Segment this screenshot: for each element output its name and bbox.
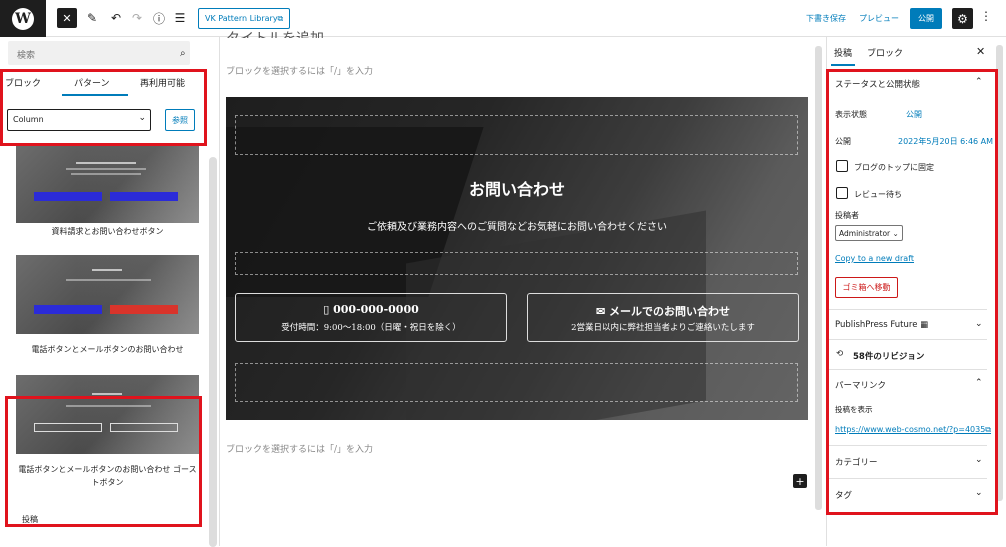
cover-spacer-top[interactable] <box>235 115 798 155</box>
gear-icon[interactable]: ⚙ <box>952 8 973 29</box>
search-icon: ⌕ <box>180 48 186 59</box>
add-block-button[interactable]: + <box>793 474 807 488</box>
list-view-icon[interactable]: ☰ <box>170 8 190 28</box>
preview-button[interactable]: プレビュー <box>859 13 899 24</box>
tab-post[interactable]: 投稿 <box>834 46 852 59</box>
canvas-scrollbar[interactable] <box>815 46 822 510</box>
cover-spacer-middle[interactable] <box>235 252 798 275</box>
block-placeholder-top[interactable]: ブロックを選択するには「/」を入力 <box>226 64 373 77</box>
tab-block[interactable]: ブロック <box>867 46 903 59</box>
inserter-scrollbar[interactable] <box>209 157 217 547</box>
close-icon[interactable]: ✕ <box>976 45 985 58</box>
phone-number: ▯ 000-000-0000 <box>323 303 419 316</box>
wordpress-logo-button[interactable]: W <box>0 0 46 37</box>
mail-contact-note: 2営業日以内に弊社担当者よりご連絡いたします <box>571 323 755 333</box>
mail-contact-title: ✉ メールでのお問い合わせ <box>595 305 731 318</box>
close-icon[interactable]: ✕ <box>57 8 77 28</box>
more-vertical-icon[interactable]: ⋮ <box>980 9 992 23</box>
annotation-highlight-sidebar <box>826 69 998 515</box>
pattern-label-1[interactable]: 資料請求とお問い合わせボタン <box>16 225 199 238</box>
vk-pattern-library-button[interactable]: VK Pattern Library⧉ <box>198 8 291 29</box>
mail-contact-button[interactable]: ✉ メールでのお問い合わせ 2営業日以内に弊社担当者よりご連絡いたします <box>527 293 799 342</box>
search-placeholder: 検索 <box>17 51 36 61</box>
redo-icon[interactable]: ↷ <box>127 8 147 28</box>
search-input[interactable]: 検索 ⌕ <box>8 41 190 65</box>
cover-spacer-bottom[interactable] <box>235 363 798 402</box>
active-tab-indicator <box>831 64 855 66</box>
phone-contact-button[interactable]: ▯ 000-000-0000 受付時間：9:00〜18:00（日曜・祝日を除く） <box>235 293 507 342</box>
post-title[interactable]: タイトルを追加 <box>226 28 324 38</box>
pattern-preview-2[interactable] <box>16 255 199 334</box>
cover-subtitle[interactable]: ご依頼及び業務内容へのご質問などお気軽にお問い合わせください <box>226 218 808 233</box>
annotation-highlight-pattern <box>5 396 202 527</box>
cover-block[interactable]: お問い合わせ ご依頼及び業務内容へのご質問などお気軽にお問い合わせください ▯ … <box>226 97 808 420</box>
pattern-preview-1[interactable] <box>16 144 199 223</box>
wordpress-icon: W <box>12 7 34 30</box>
undo-icon[interactable]: ↶ <box>106 8 126 28</box>
annotation-highlight-inserter <box>0 69 207 146</box>
pencil-icon[interactable]: ✎ <box>82 8 102 28</box>
publish-button[interactable]: 公開 <box>910 8 942 29</box>
cover-heading[interactable]: お問い合わせ <box>226 176 808 200</box>
block-placeholder-bottom[interactable]: ブロックを選択するには「/」を入力 <box>226 442 373 455</box>
pattern-label-2[interactable]: 電話ボタンとメールボタンのお問い合わせ <box>16 343 199 356</box>
save-draft-button[interactable]: 下書き保存 <box>806 13 846 24</box>
editor-toolbar: W ✕ ✎ ↶ ↷ ⓘ ☰ VK Pattern Library⧉ 下書き保存 … <box>0 0 1006 37</box>
phone-hours: 受付時間：9:00〜18:00（日曜・祝日を除く） <box>281 323 461 333</box>
info-icon[interactable]: ⓘ <box>149 8 169 28</box>
